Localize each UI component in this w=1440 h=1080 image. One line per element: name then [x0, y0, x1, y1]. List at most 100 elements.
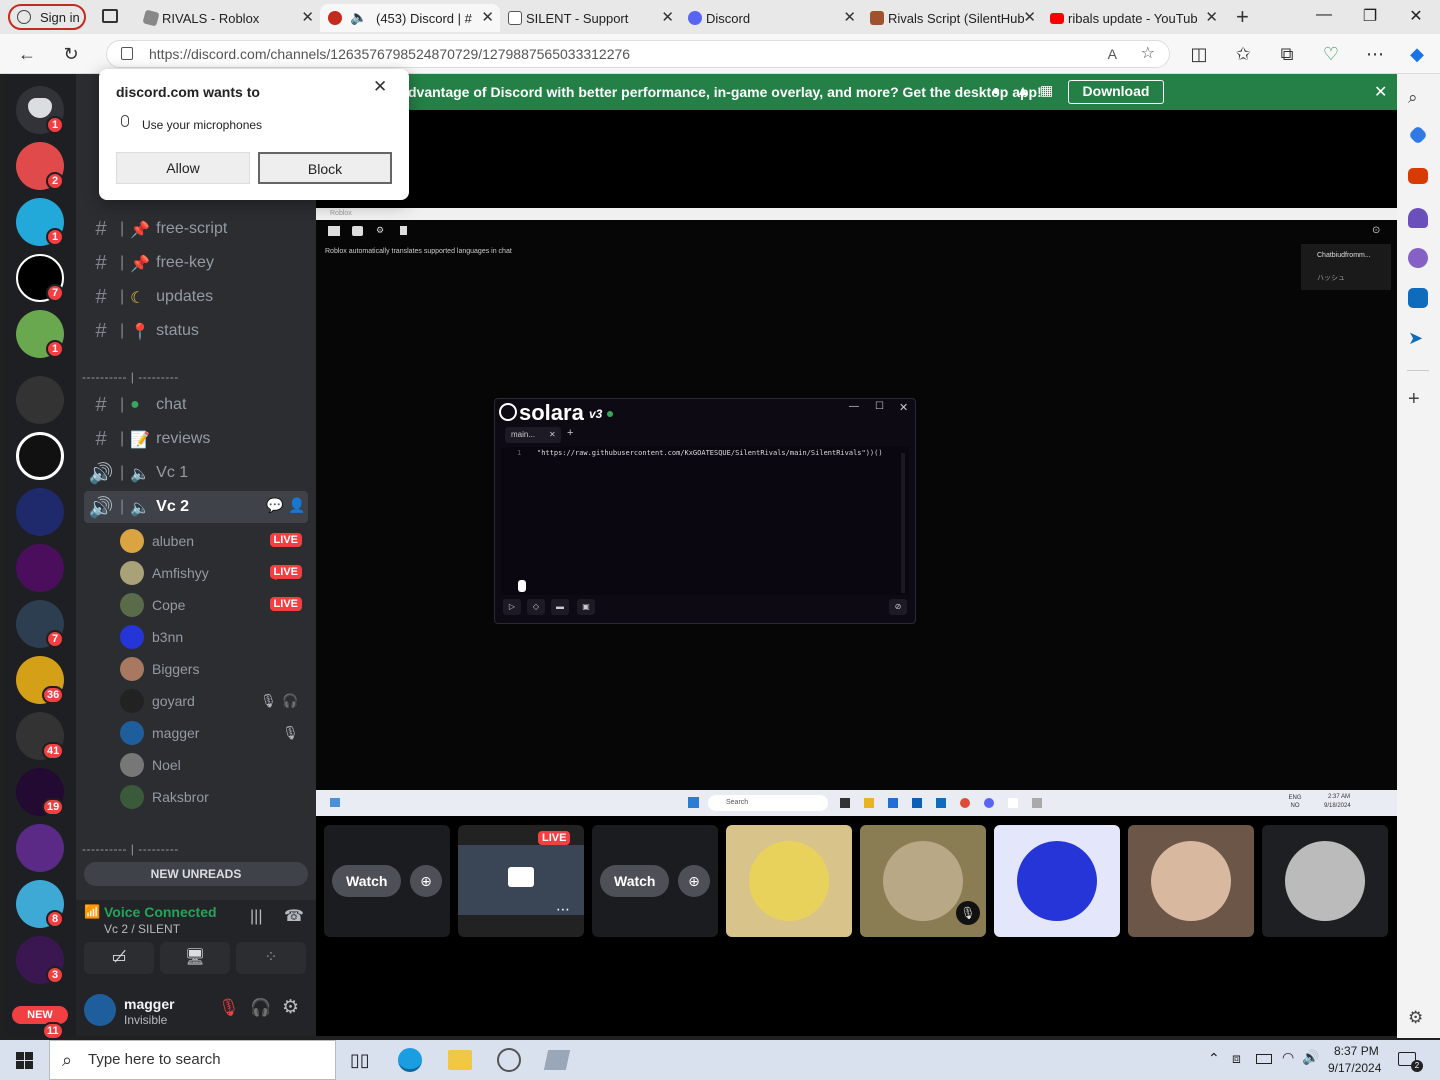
close-tab-icon[interactable]: ✕ — [843, 8, 856, 26]
battery-icon[interactable] — [1256, 1054, 1272, 1064]
channel-chat[interactable]: # | ● chat — [84, 389, 308, 421]
voice-member[interactable]: Amfishyy🎙LIVE — [120, 559, 308, 587]
channel-status[interactable]: # | 📍 status — [84, 315, 308, 347]
sign-in-button[interactable]: Sign in — [8, 4, 86, 30]
voice-member[interactable]: Cope LIVE — [120, 591, 308, 619]
server-icon[interactable] — [16, 544, 64, 592]
close-tab-icon[interactable]: ✕ — [1023, 8, 1036, 26]
server-icon-active[interactable] — [16, 376, 64, 424]
tab-actions-icon[interactable] — [102, 9, 118, 23]
participant-tile[interactable] — [726, 825, 852, 937]
games-icon[interactable] — [1408, 208, 1428, 228]
voice-member[interactable]: magger 🎙 — [120, 719, 308, 747]
voice-channel-label[interactable]: Vc 2 / SILENT — [104, 922, 180, 936]
chat-icon[interactable] — [352, 226, 363, 236]
stream-tile[interactable]: Watch ⊕ — [324, 825, 450, 937]
user-avatar[interactable] — [84, 994, 116, 1026]
roblox-taskbar-icon[interactable] — [543, 1050, 571, 1070]
chat-bubble-icon[interactable]: 💬 — [266, 497, 283, 514]
tools-icon[interactable] — [1408, 168, 1428, 184]
voice-connected-label[interactable]: Voice Connected — [104, 904, 217, 920]
user-settings-icon[interactable]: ⚙ — [282, 996, 299, 1019]
watch-popout-icon[interactable]: ⊕ — [678, 865, 710, 897]
file-explorer-icon[interactable] — [448, 1050, 472, 1070]
start-button[interactable] — [16, 1052, 33, 1069]
maximize-icon[interactable]: ☐ — [875, 401, 884, 412]
taskbar-search-input[interactable]: ⌕ Type here to search — [49, 1040, 336, 1080]
clock-time[interactable]: 8:37 PM — [1334, 1044, 1379, 1058]
channel-reviews[interactable]: # | 📝 reviews — [84, 423, 308, 455]
voice-member[interactable]: goyard 🎙 🎧 — [120, 687, 308, 715]
screen-share-button[interactable]: 🖥 — [160, 942, 230, 974]
favorites-icon[interactable]: ✩ — [1230, 42, 1256, 66]
code-editor[interactable]: 1 "https://raw.githubusercontent.com/KxG… — [501, 447, 909, 595]
participant-tile[interactable] — [1262, 825, 1388, 937]
new-tab-button[interactable]: + — [1236, 4, 1249, 30]
settings-icon[interactable]: ⚙ — [376, 225, 384, 236]
tab-silent-support[interactable]: SILENT - Support ✕ — [500, 4, 680, 32]
back-button[interactable]: ← — [14, 42, 40, 66]
save-icon[interactable]: ▣ — [577, 599, 595, 615]
more-icon[interactable]: ⋯ — [556, 901, 570, 918]
close-tab-icon[interactable]: ✕ — [301, 8, 314, 26]
send-icon[interactable]: ➤ — [1408, 328, 1428, 348]
roblox-menu-icon[interactable] — [328, 226, 340, 236]
voice-member[interactable]: b3nn — [120, 623, 308, 651]
tab-rivals-roblox[interactable]: RIVALS - Roblox ✕ — [136, 4, 320, 32]
more-options-icon[interactable]: ⊙ — [1372, 225, 1380, 236]
stream-tile-live[interactable]: LIVE ⋯ — [458, 825, 584, 937]
chat-tab[interactable]: Chatbiudfromm... — [1301, 244, 1391, 259]
speaker-icon[interactable]: 🔈 — [350, 9, 367, 26]
server-icon[interactable] — [16, 432, 64, 480]
minimize-button[interactable]: — — [1304, 6, 1344, 24]
activities-button[interactable]: ⁘ — [236, 942, 306, 974]
wifi-icon[interactable]: ◠ — [1282, 1049, 1294, 1066]
add-tab-icon[interactable]: + — [567, 427, 573, 439]
tray-app-icon[interactable]: ⧈ — [1232, 1050, 1241, 1067]
solara-taskbar-icon[interactable] — [497, 1048, 521, 1072]
refresh-button[interactable]: ↻ — [58, 42, 84, 66]
search-icon[interactable]: ⌕ — [1408, 88, 1428, 108]
channel-free-key[interactable]: # | 📌 free-key — [84, 247, 308, 279]
block-button[interactable]: Block — [258, 152, 392, 184]
tab-youtube[interactable]: ribals update - YouTub ✕ — [1042, 4, 1224, 32]
watch-button[interactable]: Watch — [600, 865, 670, 897]
outlook-icon[interactable] — [1408, 288, 1428, 308]
close-tab-icon[interactable]: ✕ — [1205, 8, 1218, 26]
close-tab-icon[interactable]: ✕ — [481, 8, 494, 26]
open-folder-icon[interactable]: ▬ — [551, 599, 569, 615]
channel-updates[interactable]: # | ☾ updates — [84, 281, 308, 313]
tab-discord[interactable]: Discord ✕ — [680, 4, 862, 32]
execute-icon[interactable]: ▷ — [503, 599, 521, 615]
new-unreads-pill[interactable]: NEW UNREADS — [84, 862, 308, 886]
close-popup-icon[interactable]: ✕ — [373, 77, 387, 97]
participant-tile[interactable] — [994, 825, 1120, 937]
tab-discord-active[interactable]: 🔈 (453) Discord | # ✕ — [320, 4, 500, 32]
close-icon[interactable]: ✕ — [899, 401, 908, 414]
add-sidebar-app-icon[interactable]: + — [1408, 388, 1428, 410]
volume-icon[interactable]: 🔊 — [1302, 1049, 1319, 1066]
voice-member[interactable]: Biggers — [120, 655, 308, 683]
close-tab-icon[interactable]: ✕ — [661, 8, 674, 26]
noise-suppression-icon[interactable]: ||| — [250, 908, 262, 926]
close-window-button[interactable]: ✕ — [1396, 6, 1436, 26]
voice-member[interactable]: Noel — [120, 751, 308, 779]
close-banner-icon[interactable]: ✕ — [1374, 82, 1387, 102]
editor-tab[interactable]: main... ✕ — [505, 427, 561, 443]
lock-icon[interactable] — [121, 47, 133, 60]
clear-icon[interactable]: ◇ — [527, 599, 545, 615]
close-tab-icon[interactable]: ✕ — [549, 427, 556, 443]
participant-tile[interactable]: 🎙 — [860, 825, 986, 937]
server-icon[interactable] — [16, 488, 64, 536]
chat-tab[interactable]: ハッシュ — [1301, 259, 1391, 283]
show-hidden-icons[interactable]: ⌃ — [1208, 1050, 1220, 1067]
sidebar-settings-icon[interactable]: ⚙ — [1408, 1008, 1428, 1028]
tab-rivals-script[interactable]: Rivals Script (SilentHub ✕ — [862, 4, 1042, 32]
new-servers-pill[interactable]: NEW — [12, 1006, 68, 1024]
editor-scrollbar[interactable] — [901, 453, 905, 593]
server-icon[interactable] — [16, 824, 64, 872]
channel-vc-2[interactable]: 🔊 | 🔈 Vc 2 💬 👤 — [84, 491, 308, 523]
mic-muted-icon[interactable]: 🎙 — [218, 998, 240, 1018]
voice-member[interactable]: Raksbror — [120, 783, 308, 811]
clipboard-icon[interactable] — [400, 226, 407, 235]
